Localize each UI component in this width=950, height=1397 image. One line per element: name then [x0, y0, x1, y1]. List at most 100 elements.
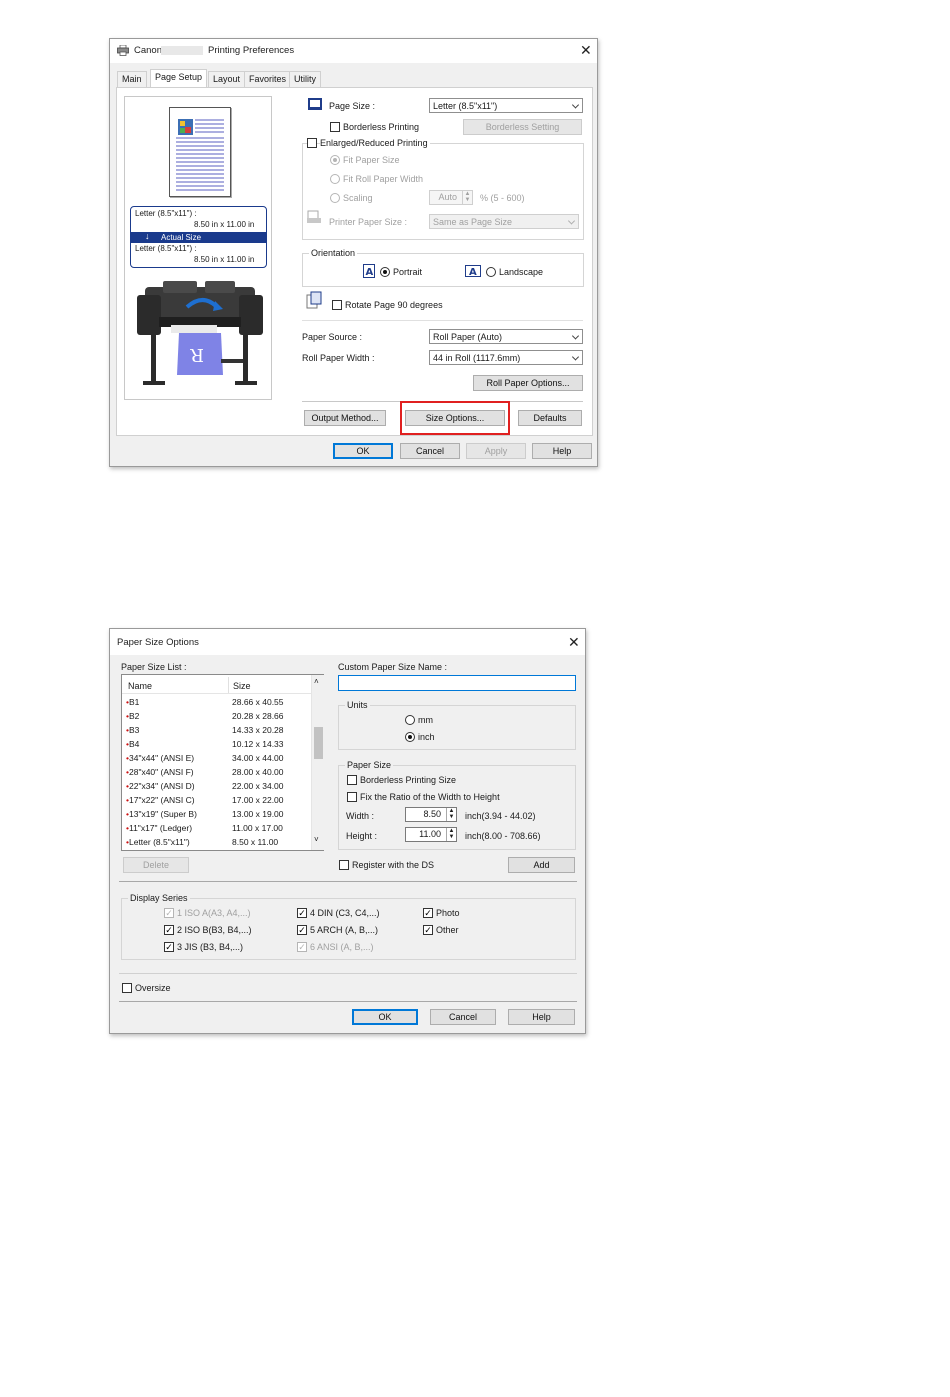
fix-ratio-label: Fix the Ratio of the Width to Height	[360, 792, 500, 802]
list-item[interactable]: •34"x44" (ANSI E) 34.00 x 44.00	[122, 753, 311, 767]
output-method-button[interactable]: Output Method...	[304, 410, 386, 426]
spinner-icon[interactable]: ▲ ▼	[446, 828, 456, 841]
series-ansi-checkbox[interactable]: ✓	[297, 942, 307, 952]
portrait-radio[interactable]	[380, 267, 390, 277]
tab-page-setup[interactable]: Page Setup	[150, 69, 208, 87]
separator	[302, 320, 583, 321]
landscape-icon: A	[465, 265, 481, 277]
list-item[interactable]: •B2 20.28 x 28.66	[122, 711, 311, 725]
list-item[interactable]: •Letter (8.5"x11") 8.50 x 11.00	[122, 837, 311, 851]
highlight-box	[400, 401, 510, 435]
borderless-printing-size-checkbox[interactable]	[347, 775, 357, 785]
roll-paper-options-button[interactable]: Roll Paper Options...	[473, 375, 583, 391]
oversize-checkbox[interactable]	[122, 983, 132, 993]
printer-illustration: R	[137, 281, 263, 385]
defaults-button[interactable]: Defaults	[518, 410, 582, 426]
scroll-down-icon[interactable]: ˅	[314, 835, 319, 844]
list-item[interactable]: •B4 10.12 x 14.33	[122, 739, 311, 753]
delete-button[interactable]: Delete	[123, 857, 189, 873]
scroll-thumb[interactable]	[314, 727, 323, 759]
fix-ratio-checkbox[interactable]	[347, 792, 357, 802]
list-item[interactable]: •28"x40" (ANSI F) 28.00 x 40.00	[122, 767, 311, 781]
scaling-input[interactable]: Auto ▲ ▼	[429, 190, 473, 205]
ok-button[interactable]: OK	[333, 443, 393, 459]
tab-layout[interactable]: Layout	[208, 71, 246, 87]
register-ds-checkbox[interactable]	[339, 860, 349, 870]
units-title: Units	[345, 700, 370, 710]
help-button[interactable]: Help	[532, 443, 592, 459]
printer-paper-size-icon	[307, 210, 321, 223]
series-photo-checkbox[interactable]: ✓	[423, 908, 433, 918]
actual-size-bar: ↓ Actual Size	[131, 231, 266, 243]
list-item[interactable]: •22"x34" (ANSI D) 22.00 x 34.00	[122, 781, 311, 795]
series-arch-checkbox[interactable]: ✓	[297, 925, 307, 935]
roll-paper-width-select[interactable]: 44 in Roll (1117.6mm)	[429, 350, 583, 365]
tab-bar: Main Page Setup Layout Favorites Utility	[117, 69, 417, 87]
spinner-icon[interactable]: ▲ ▼	[462, 191, 472, 204]
chevron-down-icon	[571, 352, 580, 361]
register-ds-label: Register with the DS	[352, 860, 435, 870]
cancel-button[interactable]: Cancel	[400, 443, 460, 459]
paper-size-list[interactable]: Name Size •B1 28.66 x 40.55 •B2 20.28 x 28…	[121, 674, 324, 851]
list-item[interactable]: •B3 14.33 x 20.28	[122, 725, 311, 739]
fit-paper-size-radio[interactable]	[330, 155, 340, 165]
paper-size-options-window: Paper Size Options ✕ Paper Size List : N…	[109, 628, 586, 1034]
add-button[interactable]: Add	[508, 857, 575, 873]
borderless-printing-size-label: Borderless Printing Size	[360, 775, 457, 785]
borderless-printing-label: Borderless Printing	[343, 122, 420, 132]
close-icon[interactable]: ✕	[568, 635, 580, 649]
column-size-header[interactable]: Size	[233, 681, 251, 691]
page-size-select[interactable]: Letter (8.5"x11")	[429, 98, 583, 113]
help-button[interactable]: Help	[508, 1009, 575, 1025]
rotate-page-checkbox[interactable]	[332, 300, 342, 310]
fit-roll-paper-width-radio[interactable]	[330, 174, 340, 184]
series-jis-checkbox[interactable]: ✓	[164, 942, 174, 952]
borderless-printing-checkbox[interactable]	[330, 122, 340, 132]
rotate-page-icon	[306, 291, 322, 309]
landscape-radio[interactable]	[486, 267, 496, 277]
roll-paper-width-value: 44 in Roll (1117.6mm)	[433, 352, 521, 363]
output-size-name: Letter (8.5"x11") :	[135, 244, 197, 253]
window-title: Canon	[134, 45, 162, 56]
apply-button[interactable]: Apply	[466, 443, 526, 459]
unit-inch-radio[interactable]	[405, 732, 415, 742]
list-scrollbar[interactable]: ˄ ˅	[311, 675, 324, 850]
enlarged-reduced-checkbox[interactable]	[307, 138, 317, 148]
list-item[interactable]: •13"x19" (Super B) 13.00 x 19.00	[122, 809, 311, 823]
portrait-icon: A	[363, 264, 375, 278]
tab-favorites[interactable]: Favorites	[244, 71, 292, 87]
height-input[interactable]: 11.00 ▲ ▼	[405, 827, 457, 842]
list-header: Name Size	[122, 675, 311, 694]
height-range: inch(8.00 - 708.66)	[465, 831, 541, 841]
list-item[interactable]: •17"x22" (ANSI C) 17.00 x 22.00	[122, 795, 311, 809]
landscape-label: Landscape	[499, 267, 544, 277]
page-size-icon	[308, 98, 322, 110]
scaling-radio[interactable]	[330, 193, 340, 203]
column-name-header[interactable]: Name	[128, 681, 152, 691]
list-item[interactable]: •11"x17" (Ledger) 11.00 x 17.00	[122, 823, 311, 837]
close-icon[interactable]: ✕	[580, 43, 592, 57]
svg-text:A: A	[366, 267, 374, 278]
printing-preferences-window: Canon Printing Preferences ✕ Main Page S…	[109, 38, 598, 467]
spinner-icon[interactable]: ▲ ▼	[446, 808, 456, 821]
series-iso-a-checkbox[interactable]: ✓	[164, 908, 174, 918]
window-title-suffix: Printing Preferences	[208, 45, 295, 56]
series-other-label: Other	[436, 925, 459, 935]
printer-paper-size-select[interactable]: Same as Page Size	[429, 214, 579, 229]
unit-mm-radio[interactable]	[405, 715, 415, 725]
paper-source-select[interactable]: Roll Paper (Auto)	[429, 329, 583, 344]
scroll-up-icon[interactable]: ˄	[314, 677, 319, 686]
series-din-checkbox[interactable]: ✓	[297, 908, 307, 918]
tab-utility[interactable]: Utility	[289, 71, 321, 87]
series-ansi-label: 6 ANSI (A, B,...)	[310, 942, 374, 952]
source-size-name: Letter (8.5"x11") :	[135, 209, 197, 218]
ok-button[interactable]: OK	[352, 1009, 418, 1025]
series-iso-b-checkbox[interactable]: ✓	[164, 925, 174, 935]
series-other-checkbox[interactable]: ✓	[423, 925, 433, 935]
cancel-button[interactable]: Cancel	[430, 1009, 496, 1025]
width-input[interactable]: 8.50 ▲ ▼	[405, 807, 457, 822]
list-item[interactable]: •B1 28.66 x 40.55	[122, 697, 311, 711]
custom-name-input[interactable]	[338, 675, 576, 691]
borderless-setting-button[interactable]: Borderless Setting	[463, 119, 582, 135]
tab-main[interactable]: Main	[117, 71, 147, 87]
